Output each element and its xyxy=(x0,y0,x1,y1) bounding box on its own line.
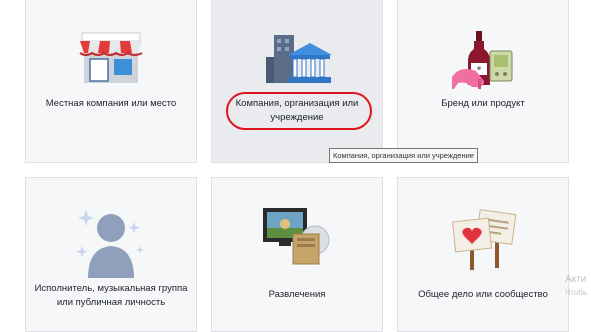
category-card-entertainment[interactable]: Развлечения xyxy=(211,177,383,332)
buildings-icon xyxy=(262,31,332,90)
category-label: Местная компания или место xyxy=(45,98,177,109)
watermark-line-1: Акти xyxy=(565,274,587,285)
watermark-line-2: Чтобь xyxy=(565,288,588,297)
tv-movie-icon xyxy=(261,206,333,271)
category-label: Исполнитель, музыкальная группа или публ… xyxy=(34,283,188,308)
protest-signs-icon xyxy=(448,206,518,275)
products-icon: * xyxy=(450,31,516,94)
tooltip: Компания, организация или учреждение xyxy=(329,148,478,163)
storefront-icon xyxy=(78,31,144,90)
activation-watermark: Акти Чтобь xyxy=(565,273,591,299)
highlight-annotation xyxy=(226,92,372,130)
category-card-public-figure[interactable]: Исполнитель, музыкальная группа или публ… xyxy=(25,177,197,332)
category-card-brand-product[interactable]: * Бренд или продукт xyxy=(397,0,569,163)
category-card-local-business[interactable]: Местная компания или место xyxy=(25,0,197,163)
category-label: Общее дело или сообщество xyxy=(418,289,548,300)
category-label: Бренд или продукт xyxy=(441,98,525,109)
category-card-company[interactable]: Компания, организация или учреждение xyxy=(211,0,383,163)
category-label: Развлечения xyxy=(268,289,326,300)
person-silhouette-icon xyxy=(76,206,146,283)
category-card-cause-community[interactable]: Общее дело или сообщество xyxy=(397,177,569,332)
